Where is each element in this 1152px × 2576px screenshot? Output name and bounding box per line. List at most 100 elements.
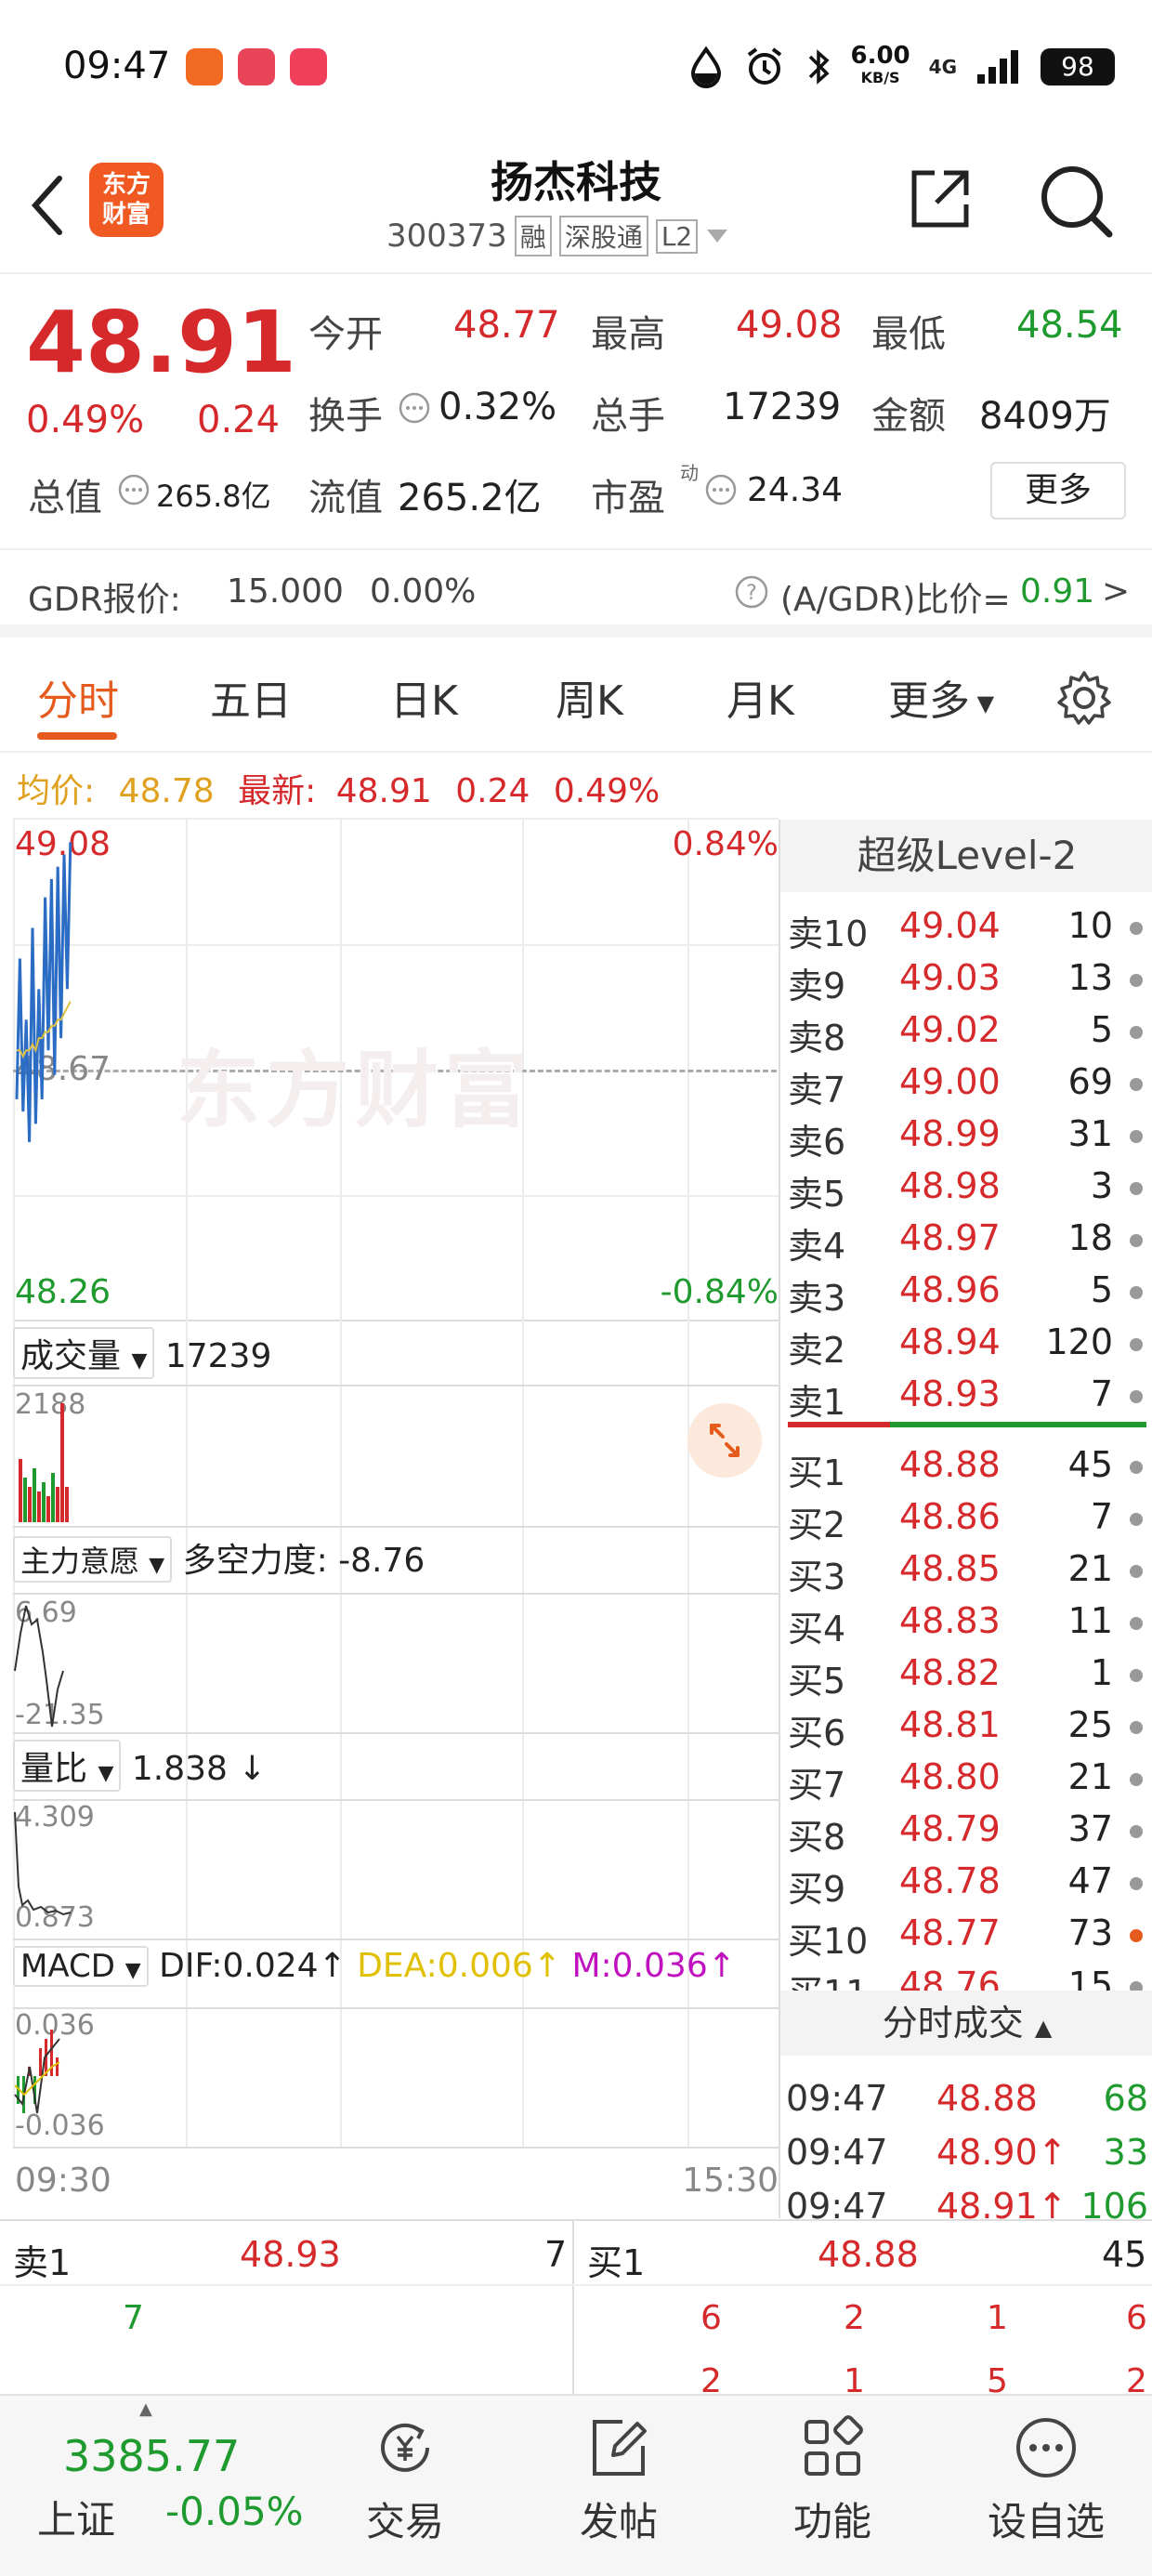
nav-add-watchlist-label: 设自选 — [987, 2499, 1105, 2544]
trade-time: 09:47 — [786, 2132, 888, 2173]
intraday-chart-area[interactable]: 东方财富 49.08 0.84% 48.67 48.26 -0.84% 成交量 … — [0, 818, 780, 2212]
order-dot-icon — [1130, 1929, 1143, 1942]
info-dots-icon[interactable] — [117, 473, 151, 506]
tab-weekly-k[interactable]: 周K — [556, 667, 623, 727]
info-dots-icon[interactable] — [398, 391, 431, 425]
macd-dif: DIF:0.024 — [159, 1947, 319, 1985]
caret-up-icon: ▲ — [139, 2399, 152, 2419]
nav-post[interactable]: 发帖 — [544, 2414, 693, 2547]
bid-row[interactable]: 买2 48.86 7 — [780, 1492, 1152, 1545]
trade-volume: 68 — [1103, 2078, 1148, 2119]
more-button[interactable]: 更多 — [990, 462, 1126, 519]
float-label: 流值 — [308, 477, 383, 519]
bid-row[interactable]: 买3 48.85 21 — [780, 1544, 1152, 1597]
trade-time: 09:47 — [786, 2078, 888, 2119]
tab-more[interactable]: 更多 ▼ — [888, 667, 994, 727]
stock-code-row[interactable]: 300373 融 深股通 L2 — [386, 216, 729, 256]
tab-five-day[interactable]: 五日 — [210, 667, 292, 727]
level2-order-book[interactable]: 超级Level-2 卖10 49.04 10 卖9 49.03 13 卖8 49.02 5 卖7 4… — [779, 820, 1152, 2227]
mktcap-value: 265.8亿 — [156, 479, 271, 514]
gdr-price: 15.000 — [227, 572, 344, 611]
help-icon[interactable]: ? — [734, 574, 769, 610]
nav-functions[interactable]: 功能 — [758, 2414, 907, 2547]
share-icon[interactable] — [907, 165, 974, 232]
turnover-value: 0.32% — [439, 386, 557, 428]
settings-gear-icon[interactable] — [1055, 669, 1113, 727]
bid-row[interactable]: 买9 48.78 47 — [780, 1857, 1152, 1910]
queue-buy-order: 6 — [1126, 2299, 1147, 2337]
order-dot-icon — [1130, 1877, 1143, 1890]
bid-row[interactable]: 买4 48.83 11 — [780, 1597, 1152, 1649]
queue-sell-price: 48.93 — [240, 2234, 341, 2275]
music-app-icon — [290, 48, 327, 85]
expand-button[interactable] — [687, 1403, 762, 1478]
open-value: 48.77 — [453, 304, 560, 347]
bid-price: 48.76 — [899, 1965, 1001, 1991]
info-dots-icon[interactable] — [704, 473, 738, 506]
bid-label: 买8 — [788, 1817, 846, 1858]
latest-value: 48.91 — [335, 772, 432, 810]
gdr-ratio: 0.91 — [1020, 572, 1095, 611]
macd-m: M:0.036 — [571, 1947, 708, 1985]
low-value: 48.54 — [1016, 304, 1123, 347]
macd-indicator-dropdown[interactable]: MACD ▼ — [13, 1946, 149, 1987]
order-queue: 卖1 48.93 7 买1 48.88 45 7 6 2 1 6 2 1 5 2 — [0, 2219, 1152, 2400]
ratio-indicator-dropdown[interactable]: 量比 ▼ — [13, 1740, 122, 1792]
bid-price: 48.88 — [899, 1444, 1001, 1485]
latest-pct: 0.49% — [553, 772, 661, 810]
bid-row[interactable]: 买11 48.76 15 — [780, 1961, 1152, 1991]
tab-active-indicator — [37, 732, 117, 740]
bid-row[interactable]: 买8 48.79 37 — [780, 1805, 1152, 1858]
bid-volume: 1 — [1090, 1652, 1113, 1693]
battery-icon: 98 — [1041, 48, 1115, 85]
price-line-plot — [15, 842, 72, 1143]
order-dot-icon — [1130, 1721, 1143, 1734]
queue-sell-order: 7 — [123, 2299, 144, 2337]
queue-sell-label: 卖1 — [13, 2242, 72, 2283]
current-price: 48.91 — [26, 293, 297, 392]
order-dot-icon — [1130, 1981, 1143, 1991]
trade-row: 09:47 48.88 68 — [780, 2074, 1152, 2126]
bid-row[interactable]: 买7 48.80 21 — [780, 1753, 1152, 1806]
macd-histogram — [14, 2030, 60, 2114]
ratio-line — [14, 1811, 72, 1916]
volume-label: 总手 — [591, 395, 665, 438]
float-value: 265.2亿 — [398, 477, 542, 519]
tab-monthly-k[interactable]: 月K — [727, 667, 794, 727]
search-icon[interactable] — [1037, 162, 1115, 240]
tab-intraday[interactable]: 分时 — [37, 667, 119, 727]
connect-tag: 深股通 — [558, 216, 648, 256]
nav-trade[interactable]: 交易 — [331, 2414, 479, 2547]
bluetooth-icon — [808, 49, 830, 85]
index-name: 上证 — [37, 2497, 116, 2543]
signal-icon — [977, 50, 1018, 84]
queue-buy-vol: 45 — [1102, 2234, 1147, 2275]
bid-volume: 15 — [1067, 1965, 1113, 1991]
queue-buy-order: 1 — [987, 2299, 1008, 2337]
order-dot-icon — [1130, 1565, 1143, 1578]
dropdown-triangle-icon — [707, 230, 728, 243]
bid-label: 买5 — [788, 1661, 846, 1702]
app-notification-icon — [238, 48, 275, 85]
gdr-row[interactable]: GDR报价: 15.000 0.00% ? (A/GDR)比价= 0.91 > — [0, 548, 1152, 637]
bid-row[interactable]: 买6 48.81 25 — [780, 1701, 1152, 1754]
bid-row[interactable]: 买1 48.88 45 — [780, 1440, 1152, 1493]
force-indicator-dropdown[interactable]: 主力意愿 ▼ — [13, 1536, 173, 1583]
bid-price: 48.78 — [899, 1860, 1001, 1901]
queue-buy-order: 2 — [844, 2299, 865, 2337]
time-start-label: 09:30 — [15, 2162, 111, 2200]
bid-label: 买7 — [788, 1765, 846, 1806]
bid-row[interactable]: 买5 48.82 1 — [780, 1649, 1152, 1702]
index-ticker[interactable]: ▲ 3385.77 上证 -0.05% — [0, 2396, 307, 2576]
tab-daily-k[interactable]: 日K — [390, 667, 458, 727]
stock-name: 扬杰科技 — [491, 157, 661, 207]
volume-indicator-dropdown[interactable]: 成交量 ▼ — [13, 1327, 155, 1379]
queue-buy-label: 买1 — [587, 2242, 646, 2283]
trades-header[interactable]: 分时成交 ▲ — [780, 1991, 1152, 2056]
nav-add-watchlist[interactable]: 设自选 — [972, 2414, 1120, 2547]
bid-row[interactable]: 买10 48.77 73 — [780, 1909, 1152, 1962]
volume-value: 17239 — [164, 1337, 272, 1375]
queue-sell-vol: 7 — [544, 2234, 568, 2275]
compose-icon — [593, 2420, 647, 2476]
bid-volume: 73 — [1067, 1912, 1113, 1953]
